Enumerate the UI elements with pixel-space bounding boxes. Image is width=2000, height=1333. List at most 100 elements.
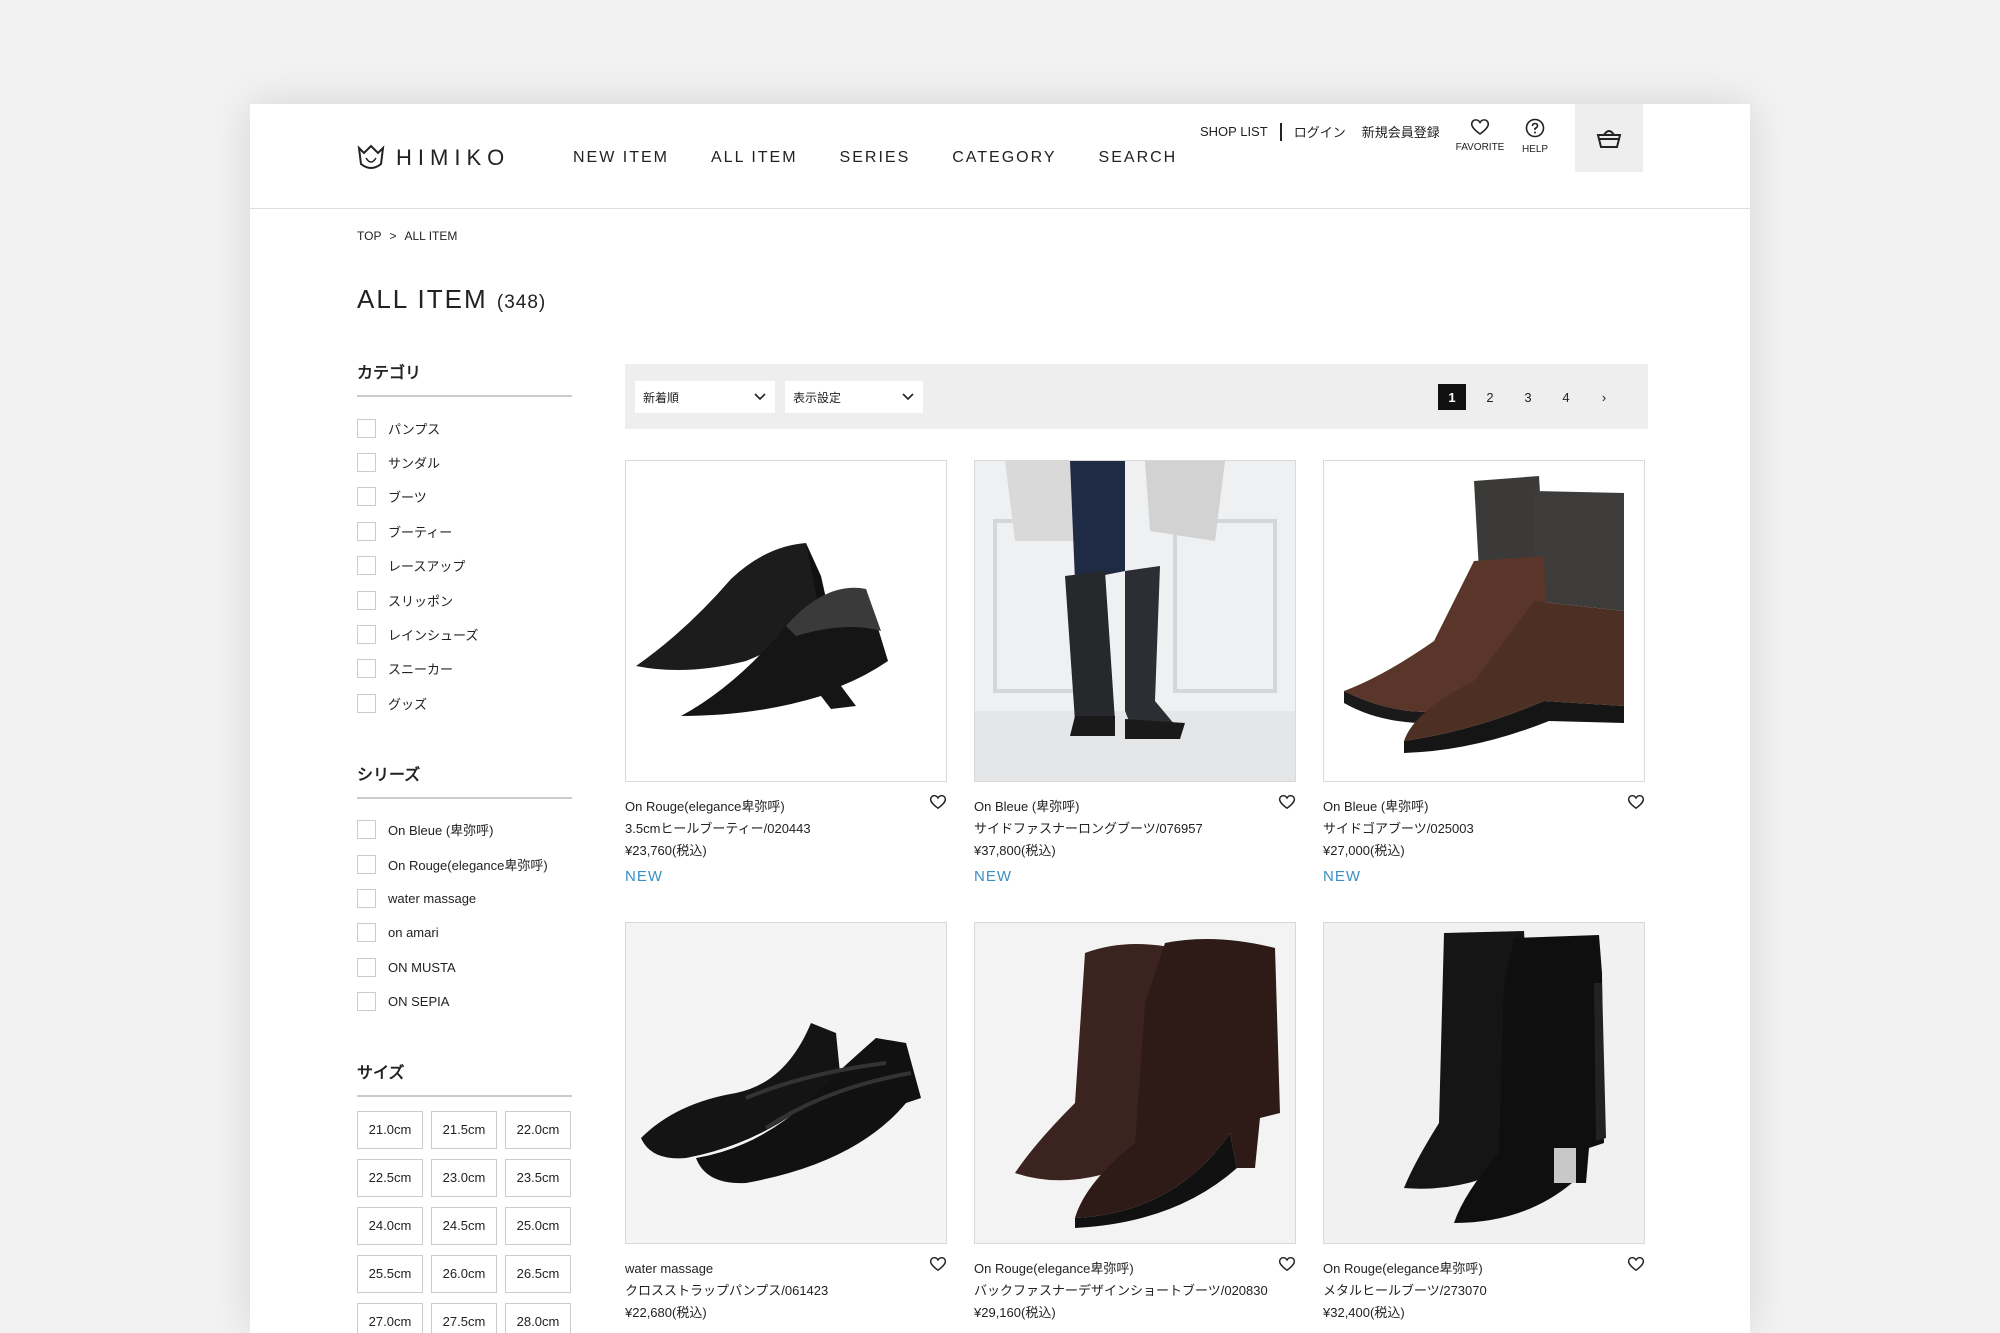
display-settings-select[interactable]: 表示設定 <box>785 381 923 413</box>
size-option[interactable]: 21.5cm <box>431 1110 497 1149</box>
category-checkbox[interactable]: スニーカー <box>357 652 572 686</box>
size-option[interactable]: 25.5cm <box>357 1254 423 1293</box>
checkbox[interactable] <box>357 659 376 679</box>
product-name[interactable]: バックファスナーデザインショートブーツ/020830 <box>974 1280 1296 1302</box>
category-checkbox[interactable]: レースアップ <box>357 549 572 583</box>
help-button[interactable]: HELP <box>1505 118 1565 155</box>
nav-search[interactable]: SEARCH <box>1099 149 1178 167</box>
crown-logo-icon <box>357 144 385 169</box>
category-checkbox[interactable]: ブーツ <box>357 480 572 514</box>
checkbox[interactable] <box>357 693 376 713</box>
product-name[interactable]: サイドファスナーロングブーツ/076957 <box>974 818 1296 840</box>
nav-new-item[interactable]: NEW ITEM <box>573 149 669 167</box>
size-option[interactable]: 22.0cm <box>505 1110 571 1149</box>
category-checkbox[interactable]: スリッポン <box>357 583 572 617</box>
logo[interactable]: HIMIKO <box>356 144 510 172</box>
product-image[interactable] <box>625 922 947 1244</box>
heart-icon[interactable] <box>929 1256 947 1272</box>
product-card[interactable]: On Rouge(elegance卑弥呼) メタルヒールブーツ/273070 ¥… <box>1323 922 1645 1333</box>
size-option[interactable]: 28.0cm <box>505 1302 571 1333</box>
checkbox[interactable] <box>357 854 376 874</box>
checkbox[interactable] <box>357 923 376 943</box>
help-label: HELP <box>1521 144 1549 155</box>
pagination: 1 2 3 4 › <box>1428 384 1618 410</box>
product-card[interactable]: On Bleue (卑弥呼) サイドファスナーロングブーツ/076957 ¥37… <box>974 460 1296 922</box>
series-checkbox[interactable]: On Bleue (卑弥呼) <box>357 813 572 847</box>
heart-icon[interactable] <box>1278 794 1296 810</box>
size-option[interactable]: 26.0cm <box>431 1254 497 1293</box>
checkbox[interactable] <box>357 487 376 507</box>
sort-bar: 新着順 表示設定 1 2 3 4 › <box>625 364 1648 429</box>
series-checkbox[interactable]: On Rouge(elegance卑弥呼) <box>357 847 572 881</box>
page-1[interactable]: 1 <box>1438 384 1466 410</box>
series-checkbox[interactable]: water massage <box>357 881 572 915</box>
cart-button[interactable] <box>1575 104 1643 172</box>
product-card[interactable]: On Rouge(elegance卑弥呼) バックファスナーデザインショートブー… <box>974 922 1296 1333</box>
product-name[interactable]: サイドゴアブーツ/025003 <box>1323 818 1645 840</box>
product-card[interactable]: water massage クロスストラップパンプス/061423 ¥22,68… <box>625 922 947 1333</box>
product-name[interactable]: 3.5cmヒールブーティー/020443 <box>625 818 947 840</box>
nav-category[interactable]: CATEGORY <box>952 149 1056 167</box>
heart-icon[interactable] <box>1278 1256 1296 1272</box>
size-option[interactable]: 23.0cm <box>431 1158 497 1197</box>
size-option[interactable]: 24.0cm <box>357 1206 423 1245</box>
product-name[interactable]: メタルヒールブーツ/273070 <box>1323 1280 1645 1302</box>
product-price: ¥27,000(税込) <box>1323 843 1405 858</box>
product-name[interactable]: クロスストラップパンプス/061423 <box>625 1280 947 1302</box>
checkbox[interactable] <box>357 556 376 576</box>
heart-icon[interactable] <box>1627 794 1645 810</box>
product-image[interactable] <box>1323 460 1645 782</box>
series-checkbox[interactable]: ON MUSTA <box>357 950 572 984</box>
size-option[interactable]: 27.5cm <box>431 1302 497 1333</box>
product-card[interactable]: On Bleue (卑弥呼) サイドゴアブーツ/025003 ¥27,000(税… <box>1323 460 1645 922</box>
checkbox-label: On Rouge(elegance卑弥呼) <box>388 857 548 873</box>
nav-series[interactable]: SERIES <box>840 149 911 167</box>
category-checkbox[interactable]: サンダル <box>357 445 572 479</box>
product-image[interactable] <box>1323 922 1645 1244</box>
page-3[interactable]: 3 <box>1514 384 1542 410</box>
chevron-down-icon <box>754 393 766 401</box>
size-option[interactable]: 25.0cm <box>505 1206 571 1245</box>
sort-order-select[interactable]: 新着順 <box>635 381 775 413</box>
category-checkbox[interactable]: グッズ <box>357 686 572 720</box>
size-option[interactable]: 22.5cm <box>357 1158 423 1197</box>
back-zip-short-boots-image <box>975 923 1295 1243</box>
size-option[interactable]: 24.5cm <box>431 1206 497 1245</box>
checkbox[interactable] <box>357 418 376 438</box>
product-card[interactable]: On Rouge(elegance卑弥呼) 3.5cmヒールブーティー/0204… <box>625 460 947 922</box>
login-link[interactable]: ログイン <box>1294 122 1346 141</box>
checkbox[interactable] <box>357 957 376 977</box>
checkbox[interactable] <box>357 590 376 610</box>
page-title: ALL ITEM (348) <box>357 284 546 315</box>
page-2[interactable]: 2 <box>1476 384 1504 410</box>
checkbox[interactable] <box>357 625 376 645</box>
register-link[interactable]: 新規会員登録 <box>1362 122 1440 141</box>
product-image[interactable] <box>974 460 1296 782</box>
size-option[interactable]: 26.5cm <box>505 1254 571 1293</box>
size-option[interactable]: 27.0cm <box>357 1302 423 1333</box>
heart-icon[interactable] <box>1627 1256 1645 1272</box>
category-checkbox[interactable]: ブーティー <box>357 514 572 548</box>
checkbox[interactable] <box>357 888 376 908</box>
nav-all-item[interactable]: ALL ITEM <box>711 149 798 167</box>
category-checkbox[interactable]: パンプス <box>357 411 572 445</box>
product-price: ¥22,680(税込) <box>625 1305 707 1320</box>
favorite-button[interactable]: FAVORITE <box>1450 118 1510 153</box>
breadcrumb-top[interactable]: TOP <box>357 229 381 243</box>
series-checkbox[interactable]: ON SEPIA <box>357 984 572 1018</box>
category-checkbox[interactable]: レインシューズ <box>357 617 572 651</box>
checkbox[interactable] <box>357 521 376 541</box>
page-4[interactable]: 4 <box>1552 384 1580 410</box>
series-checkbox[interactable]: on amari <box>357 916 572 950</box>
product-image[interactable] <box>625 460 947 782</box>
basket-icon <box>1596 130 1622 148</box>
checkbox[interactable] <box>357 820 376 840</box>
shop-list-link[interactable]: SHOP LIST <box>1200 124 1268 139</box>
next-page-button[interactable]: › <box>1590 384 1618 410</box>
size-option[interactable]: 21.0cm <box>357 1110 423 1149</box>
checkbox[interactable] <box>357 453 376 473</box>
size-option[interactable]: 23.5cm <box>505 1158 571 1197</box>
heart-icon[interactable] <box>929 794 947 810</box>
product-image[interactable] <box>974 922 1296 1244</box>
checkbox[interactable] <box>357 992 376 1012</box>
